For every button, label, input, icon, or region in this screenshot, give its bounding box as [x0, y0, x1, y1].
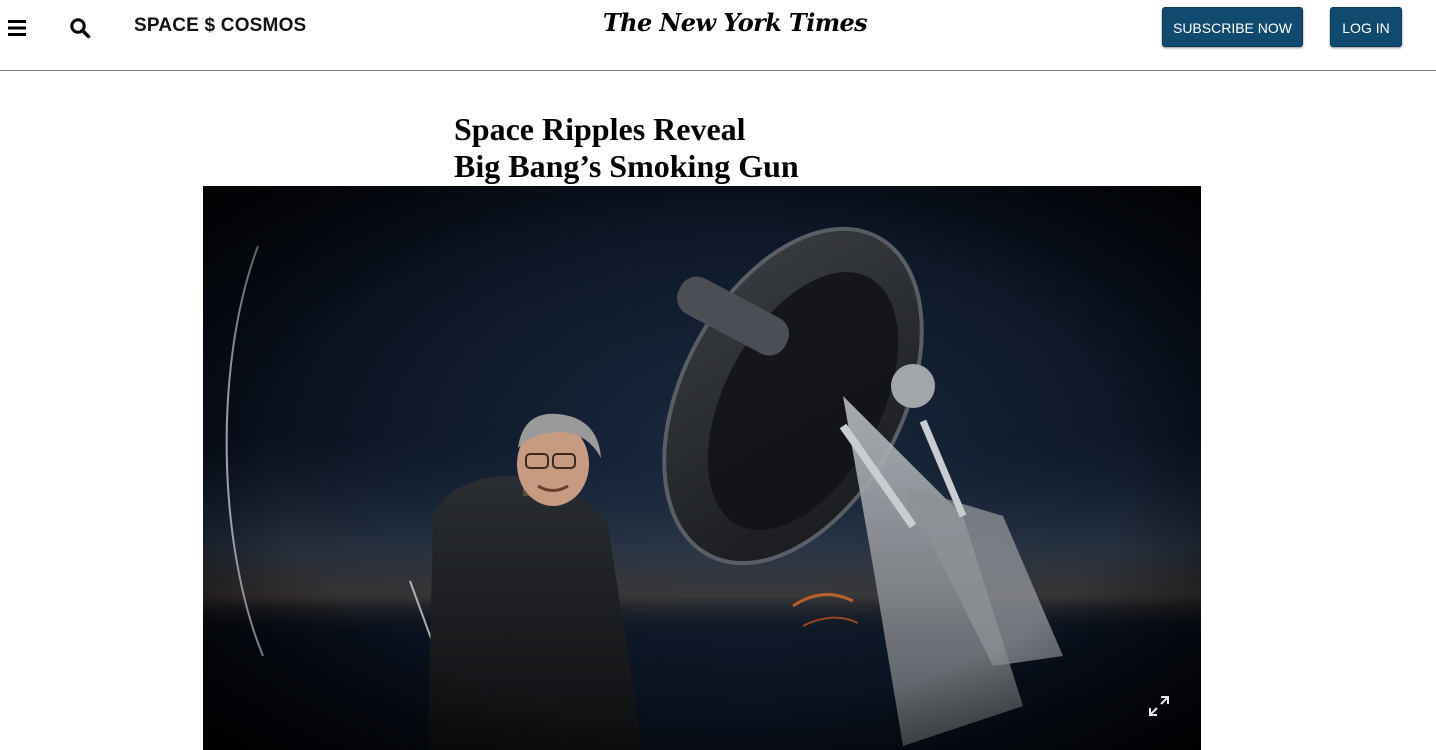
telescope-photo-illustration	[203, 186, 1201, 750]
search-icon[interactable]	[69, 17, 91, 39]
section-name[interactable]: SPACE $ COSMOS	[134, 15, 306, 37]
expand-icon[interactable]	[1147, 694, 1171, 718]
search-icon-graphic	[70, 18, 91, 39]
site-header: SPACE $ COSMOS The New York Times SUBSCR…	[0, 0, 1436, 71]
article-photo	[203, 186, 1201, 750]
expand-icon-graphic	[1149, 696, 1169, 716]
headline-line-2: Big Bang’s Smoking Gun	[454, 148, 799, 184]
hamburger-menu-icon[interactable]	[8, 19, 28, 37]
subscribe-button[interactable]: SUBSCRIBE NOW	[1162, 7, 1303, 47]
hamburger-menu-icon-graphic	[8, 20, 26, 36]
nyt-logo[interactable]: The New York Times	[560, 8, 910, 37]
article-headline: Space Ripples Reveal Big Bang’s Smoking …	[454, 111, 954, 185]
headline-line-1: Space Ripples Reveal	[454, 111, 746, 147]
login-button[interactable]: LOG IN	[1330, 7, 1402, 47]
